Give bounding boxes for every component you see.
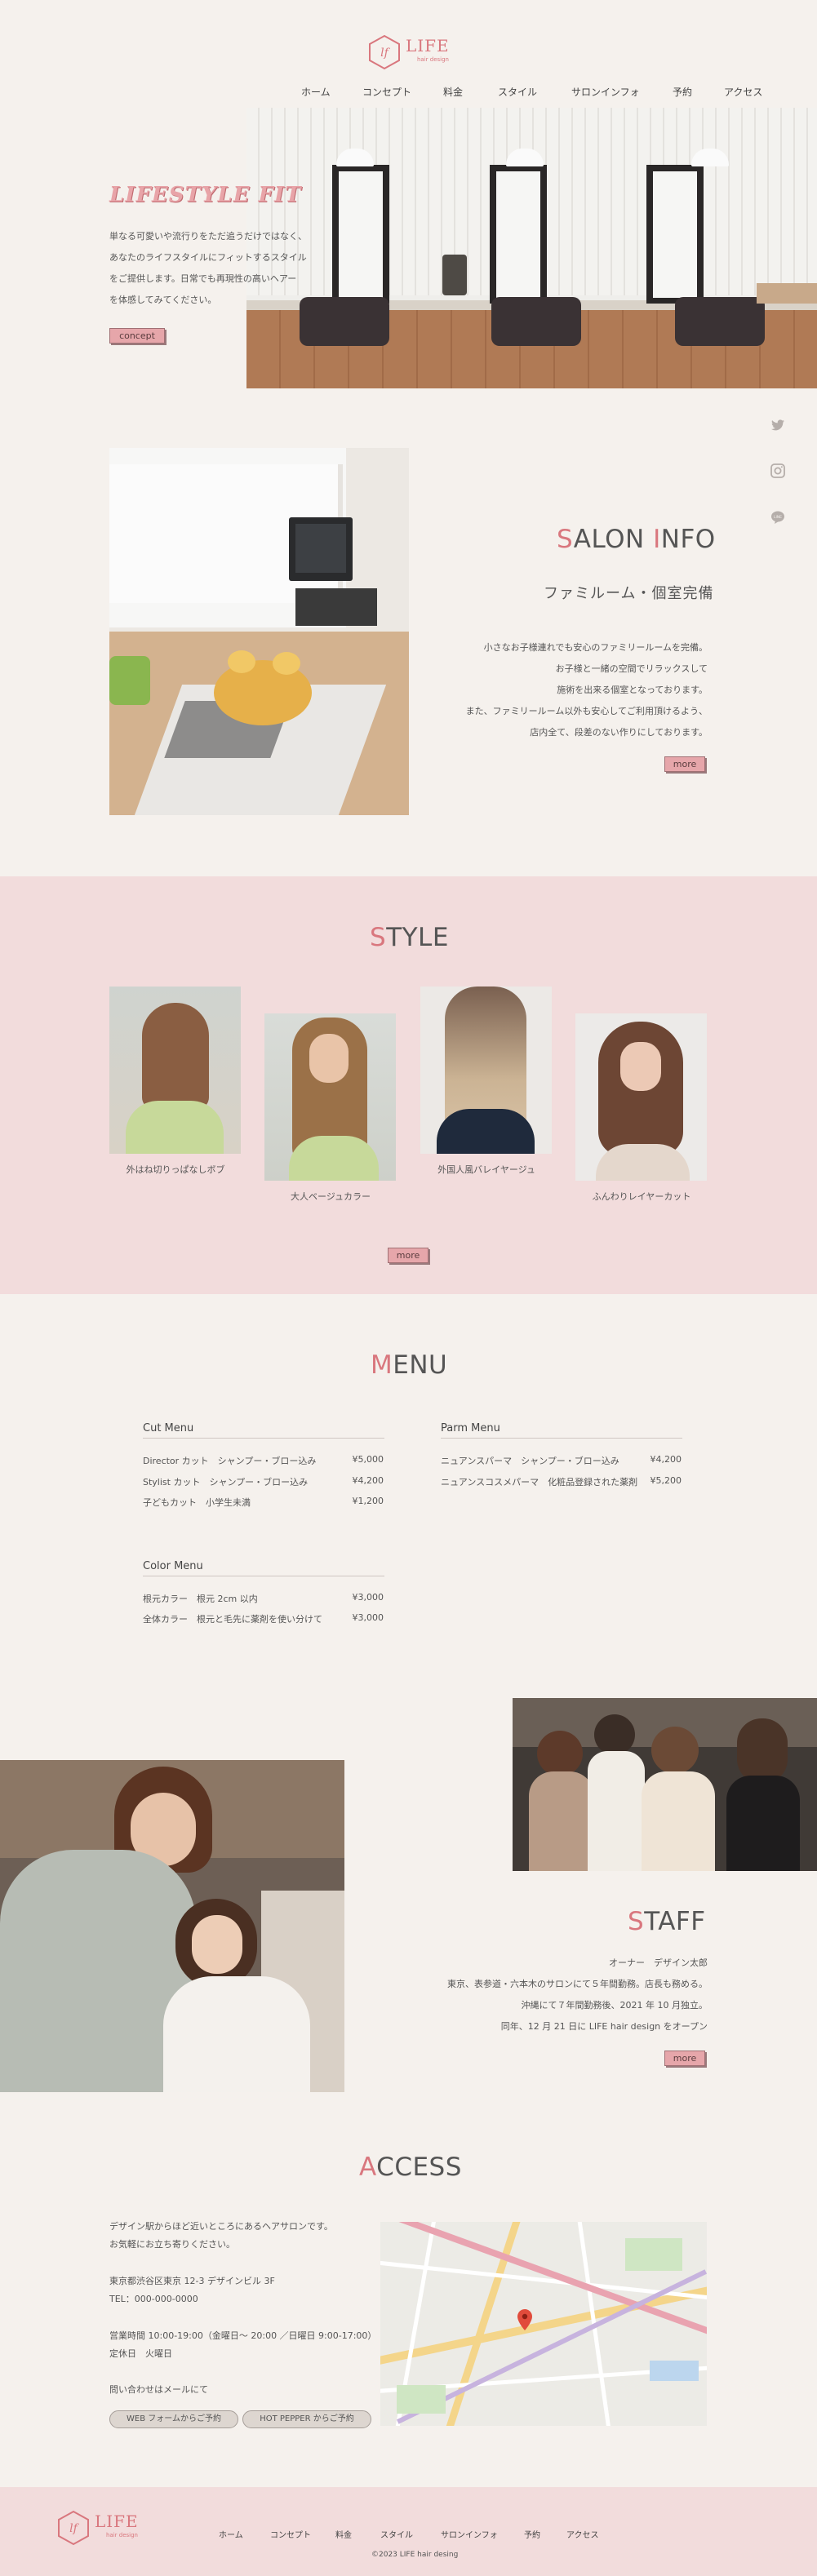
web-form-button[interactable]: WEB フォームからご予約 xyxy=(109,2410,238,2428)
access-intro-1: デザイン駅からほど近いところにあるヘアサロンです。 xyxy=(109,2221,333,2232)
style-caption-1: 外はね切りっぱなしボブ xyxy=(126,1164,225,1175)
logo-subtext: hair design xyxy=(417,56,449,63)
parm-menu-price-2: ¥5,200 xyxy=(650,1475,682,1486)
access-map[interactable] xyxy=(380,2222,707,2426)
footer-nav-reserve[interactable]: 予約 xyxy=(524,2528,540,2540)
nav-price[interactable]: 料金 xyxy=(443,85,463,99)
svg-text:lf: lf xyxy=(69,2522,79,2535)
salon-image xyxy=(109,448,409,815)
parm-menu-heading: Parm Menu xyxy=(441,1422,500,1434)
cut-menu-item-1: Director カット シャンプー・ブロー込み xyxy=(143,1456,317,1466)
color-menu-item-2: 全体カラー 根元と毛先に薬剤を使い分けて xyxy=(143,1614,322,1625)
staff-group-photo xyxy=(513,1698,817,1871)
salon-line-1: 小さなお子様連れでも安心のファミリールームを完備。 xyxy=(483,642,708,653)
staff-line-1: オーナー デザイン太郎 xyxy=(609,1957,708,1968)
cut-menu-price-1: ¥5,000 xyxy=(352,1454,384,1465)
staff-title: STAFF xyxy=(628,1907,706,1936)
access-hours: 営業時間 10:00-19:00（金曜日〜 20:00 ／日曜日 9:00-17… xyxy=(109,2330,377,2341)
nav-reserve[interactable]: 予約 xyxy=(673,85,692,99)
parm-menu-divider xyxy=(441,1438,682,1439)
footer-nav-home[interactable]: ホーム xyxy=(219,2528,243,2540)
map-pin-icon xyxy=(517,2309,532,2330)
twitter-icon[interactable] xyxy=(770,417,786,433)
svg-text:lf: lf xyxy=(380,47,390,60)
footer-logo-subtext: hair design xyxy=(106,2532,138,2538)
logo-hexagon-icon: lf xyxy=(369,34,400,70)
nav-concept[interactable]: コンセプト xyxy=(362,85,411,99)
salon-more-button[interactable]: more xyxy=(664,756,705,772)
style-caption-2: 大人ベージュカラー xyxy=(290,1191,371,1202)
footer-nav-access[interactable]: アクセス xyxy=(566,2528,599,2540)
access-contact: 問い合わせはメールにて xyxy=(109,2384,208,2395)
style-photo-2 xyxy=(264,1013,396,1181)
line-icon[interactable]: LINE xyxy=(770,509,786,525)
style-photo-1 xyxy=(109,987,241,1154)
style-card-4[interactable] xyxy=(575,1013,707,1181)
instagram-icon[interactable] xyxy=(770,463,786,479)
salon-line-4: また、ファミリールーム以外も安心してご利用頂けるよう、 xyxy=(465,706,708,716)
style-photo-4 xyxy=(575,1013,707,1181)
color-menu-price-1: ¥3,000 xyxy=(352,1592,384,1603)
staff-photo xyxy=(0,1760,344,2092)
staff-line-2: 東京、表参道・六本木のサロンにて５年間勤務。店長も務める。 xyxy=(447,1979,708,1989)
nav-access[interactable]: アクセス xyxy=(724,85,762,99)
parm-menu-item-1: ニュアンスパーマ シャンプー・ブロー込み xyxy=(441,1456,619,1466)
hot-pepper-button[interactable]: HOT PEPPER からご予約 xyxy=(242,2410,371,2428)
cut-menu-heading: Cut Menu xyxy=(143,1422,194,1434)
footer-nav-price[interactable]: 料金 xyxy=(335,2528,352,2540)
copyright: ©2023 LIFE hair desing xyxy=(371,2551,459,2559)
color-menu-heading: Color Menu xyxy=(143,1560,203,1572)
parm-menu-price-1: ¥4,200 xyxy=(650,1454,682,1465)
salon-line-3: 施術を出来る個室となっております。 xyxy=(557,685,708,695)
footer-nav-concept[interactable]: コンセプト xyxy=(270,2528,311,2540)
style-caption-3: 外国人風バレイヤージュ xyxy=(437,1164,535,1175)
logo-text: LIFE xyxy=(406,36,450,55)
salon-subtitle: ファミルーム・個室完備 xyxy=(544,585,714,602)
salon-line-5: 店内全て、段差のない作りにしております。 xyxy=(530,727,708,738)
style-more-button[interactable]: more xyxy=(388,1248,428,1263)
hero-title: LIFESTYLE FIT xyxy=(109,183,302,207)
hero-line-4: を体感してみてください。 xyxy=(109,295,217,305)
access-title: ACCESS xyxy=(359,2153,462,2182)
style-photo-3 xyxy=(420,987,552,1154)
access-holiday: 定休日 火曜日 xyxy=(109,2348,172,2359)
style-card-1[interactable] xyxy=(109,987,241,1154)
footer-logo-hexagon-icon: lf xyxy=(58,2510,89,2546)
style-caption-4: ふんわりレイヤーカット xyxy=(592,1191,691,1202)
footer-logo-text: LIFE xyxy=(95,2512,139,2531)
salon-line-2: お子様と一緒の空間でリラックスして xyxy=(555,663,708,674)
access-tel: TEL：000-000-0000 xyxy=(109,2294,198,2304)
staff-line-4: 同年、12 月 21 日に LIFE hair design をオープン xyxy=(500,2021,708,2032)
style-card-3[interactable] xyxy=(420,987,552,1154)
style-title: STYLE xyxy=(370,923,449,952)
staff-more-button[interactable]: more xyxy=(664,2051,705,2066)
footer-nav-style[interactable]: スタイル xyxy=(380,2528,413,2540)
nav-salon-info[interactable]: サロンインフォ xyxy=(571,85,640,99)
cut-menu-item-3: 子どもカット 小学生未満 xyxy=(143,1497,251,1508)
salon-info-title: SALON INFO xyxy=(557,525,716,554)
hero-line-1: 単なる可愛いや流行りをただ追うだけではなく、 xyxy=(109,231,307,242)
nav-style[interactable]: スタイル xyxy=(498,85,537,99)
concept-button[interactable]: concept xyxy=(109,328,165,344)
nav-home[interactable]: ホーム xyxy=(301,85,331,99)
cut-menu-divider xyxy=(143,1438,384,1439)
menu-title: MENU xyxy=(371,1350,448,1380)
cut-menu-price-2: ¥4,200 xyxy=(352,1475,384,1486)
cut-menu-price-3: ¥1,200 xyxy=(352,1496,384,1506)
site-logo[interactable]: lf LIFE hair design xyxy=(366,33,456,72)
hero-image xyxy=(246,108,817,388)
hero-line-3: をご提供します。日常でも再現性の高いヘアー xyxy=(109,273,297,284)
footer-logo[interactable]: lf LIFE hair design xyxy=(56,2510,145,2549)
color-menu-item-1: 根元カラー 根元 2cm 以内 xyxy=(143,1594,258,1604)
access-intro-2: お気軽にお立ち寄りください。 xyxy=(109,2239,235,2250)
staff-line-3: 沖縄にて７年間勤務後、2021 年 10 月独立。 xyxy=(521,2000,708,2011)
footer-nav-salon-info[interactable]: サロンインフォ xyxy=(441,2528,498,2540)
hero-line-2: あなたのライフスタイルにフィットするスタイル xyxy=(109,252,307,263)
svg-text:LINE: LINE xyxy=(774,515,782,520)
cut-menu-item-2: Stylist カット シャンプー・ブロー込み xyxy=(143,1477,309,1488)
access-address: 東京都渋谷区東京 12-3 デザインビル 3F xyxy=(109,2276,275,2286)
style-card-2[interactable] xyxy=(264,1013,396,1181)
parm-menu-item-2: ニュアンスコスメパーマ 化粧品登録された薬剤 xyxy=(441,1477,638,1488)
color-menu-price-2: ¥3,000 xyxy=(352,1612,384,1623)
